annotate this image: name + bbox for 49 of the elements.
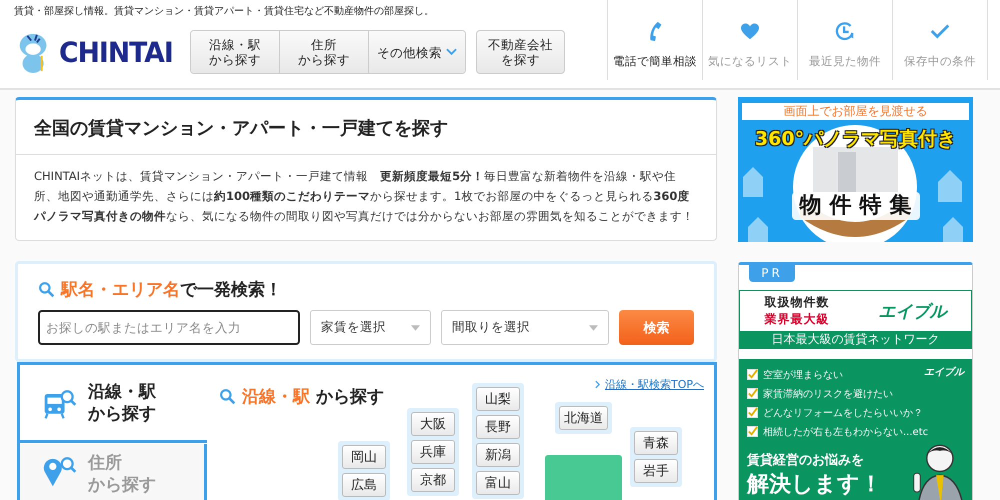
pr-badge: PR — [749, 265, 795, 282]
select-dropdown[interactable]: 間取りを選択 — [441, 310, 609, 345]
station-search-field[interactable]: お探しの駅またはエリア名を入力 — [38, 310, 300, 345]
search-icon — [219, 388, 236, 405]
select-dropdown[interactable]: 家賃を選択 — [310, 310, 431, 345]
prefecture-button[interactable]: 新潟 — [476, 443, 520, 467]
caret-icon — [589, 324, 598, 330]
ad-banner[interactable]: 取扱物件数 業界最大級 エイブル 日本最大級の賃貸ネットワーク — [739, 290, 972, 349]
ad-text: 空室が埋まらない — [763, 368, 843, 382]
agent-search-button[interactable]: 不動産会社 を探す — [476, 30, 565, 74]
checkbox-icon — [747, 388, 758, 399]
prefecture-button[interactable]: 北海道 — [559, 406, 608, 430]
line-search-top-link[interactable]: 沿線・駅検索TOPへ — [604, 377, 704, 392]
prefecture-button[interactable]: 岩手 — [634, 459, 678, 483]
prefecture-button[interactable]: 大阪 — [411, 412, 455, 436]
search-icon — [38, 281, 55, 298]
prefecture-button[interactable]: 兵庫 — [411, 440, 455, 464]
history-icon — [834, 20, 856, 42]
quick-search-heading: 駅名・エリア名で一発検索！ — [61, 279, 282, 301]
banner-title: 物件特集 — [792, 192, 920, 220]
checkbox-icon — [747, 369, 758, 380]
site-tagline: 賃貸・部屋探し情報。賃貸マンション・賃貸アパート・賃貸住宅など不動産物件の部屋探し。 — [14, 6, 435, 18]
ad-text: 相続したが右も左もわからない...etc — [763, 426, 928, 438]
chevron-icon — [594, 380, 600, 389]
map-search-heading: 沿線・駅 から探す — [242, 386, 384, 408]
prefecture-button[interactable]: 富山 — [476, 471, 520, 495]
checkbox-icon — [747, 426, 758, 437]
banner-caption: 画面上でお部屋を見渡せる — [742, 103, 969, 120]
prefecture-button[interactable]: 岡山 — [342, 445, 386, 469]
ad-text: 業界最大級 — [764, 311, 830, 328]
checkbox-icon — [747, 407, 758, 418]
ad-text: 賃貸経営のお悩みを — [747, 452, 865, 469]
ad-text: どんなリフォームをしたらいいか？ — [763, 406, 923, 420]
ad-brand: エイブル — [924, 366, 964, 379]
prefecture-button[interactable]: 京都 — [411, 468, 455, 492]
prefecture-button[interactable]: 広島 — [342, 473, 386, 497]
prefecture-button[interactable]: 青森 — [634, 431, 678, 455]
ad-brand: エイブル — [878, 300, 946, 322]
ad-headline: 解決します！ — [747, 471, 883, 499]
intro-paragraph: CHINTAIネットは、賃貸マンション・アパート・一戸建て情報 更新頻度最短5分！毎日豊富な新着物件を沿線・駅や住所、地図や通勤通学先、さらには約100種類のこだわりテーマから探せます。1枚でお部屋の中をぐるっと見られる360度パノラマ写真付きの物件なら、気になる物件の間取り図や写真だけでは分からないお部屋の雰囲気を知ることができます！ — [32, 168, 695, 225]
caret-icon — [411, 324, 420, 330]
site-logo[interactable]: CHINTAI — [14, 29, 176, 75]
ad-text: 家賃滞納のリスクを避けたい — [763, 388, 893, 400]
ad-banner[interactable]: 空室が埋まらない エイブル 家賃滞納のリスクを避けたい どんなリフォームをしたらいいか？ 相続したが右も左もわからない...etc 賃貸経営のお悩みを 解決します！ — [739, 359, 972, 500]
ad-strip: 日本最大級の賃貸ネットワーク — [740, 331, 971, 348]
ad-text: 取扱物件数 — [764, 294, 830, 311]
prefecture-button[interactable]: 長野 — [476, 415, 520, 439]
prefecture-button[interactable]: 山梨 — [476, 387, 520, 411]
page-title: 全国の賃貸マンション・アパート・一戸建てを探す — [16, 100, 716, 155]
